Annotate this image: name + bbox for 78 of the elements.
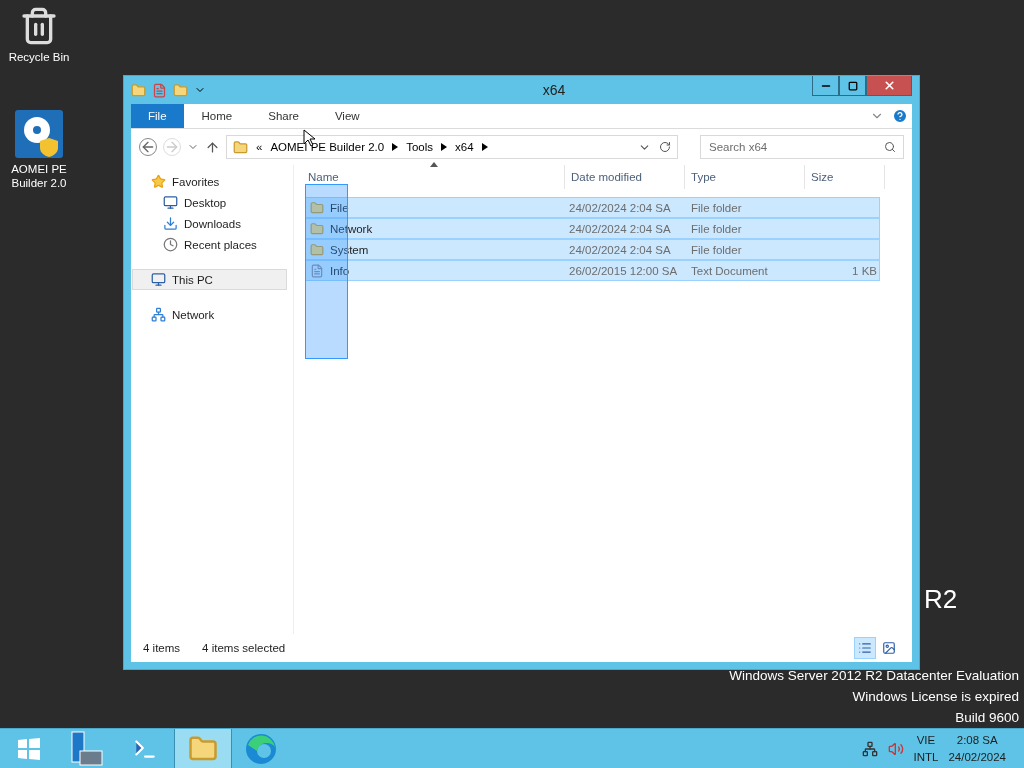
browser-icon [245, 732, 277, 765]
nav-item[interactable]: Favorites [132, 171, 287, 192]
folder-icon [233, 139, 248, 155]
computer-icon [151, 272, 166, 287]
minimize-button[interactable] [812, 76, 839, 96]
type-cell-text: File folder [690, 222, 743, 235]
ribbon-tab[interactable]: View [320, 104, 374, 128]
sort-ascending-icon [430, 162, 438, 167]
monitor-icon [163, 195, 178, 210]
list-icon [858, 641, 872, 655]
column-header[interactable]: Size [805, 165, 885, 189]
overflow-chevron[interactable]: « [256, 141, 263, 153]
date-cell-text: 24/02/2024 2:04 SA [568, 243, 672, 256]
speaker-muted-icon[interactable] [887, 740, 904, 757]
desktop-icon-label: AOMEI PE Builder 2.0 [10, 162, 68, 190]
breadcrumb-arrow-icon[interactable] [481, 143, 488, 151]
help-icon[interactable] [892, 108, 908, 124]
breadcrumb-arrow-icon[interactable] [441, 143, 448, 151]
watermark-line: Windows Server 2012 R2 Datacenter Evaluation [729, 667, 1019, 685]
folder-icon [310, 200, 324, 215]
column-header[interactable]: Date modified [565, 165, 685, 189]
server-manager-icon [70, 730, 104, 767]
file-name: File [330, 201, 349, 214]
details-view-button[interactable] [854, 637, 876, 659]
maximize-button[interactable] [839, 76, 866, 96]
item-count: 4 items [143, 642, 181, 654]
edition-text: R2 [924, 584, 958, 615]
folder-icon [310, 242, 324, 257]
nav-item[interactable]: Network [132, 304, 287, 325]
type-cell-text: File folder [690, 243, 743, 256]
file-row[interactable]: File 24/02/2024 2:04 SA File folder [305, 197, 880, 218]
star-icon [151, 174, 166, 189]
nav-item[interactable]: Desktop [132, 192, 287, 213]
window-title: x64 [541, 82, 567, 98]
search-icon [884, 141, 896, 153]
clock-time[interactable]: 2:08 SA [956, 731, 998, 749]
maximize-icon [847, 80, 858, 91]
date-cell-text: 24/02/2024 2:04 SA [568, 201, 672, 214]
windows-logo-icon [17, 736, 41, 761]
address-bar[interactable]: « AOMEI PE Builder 2.0 Tools x64 [226, 135, 678, 159]
download-icon [163, 216, 178, 231]
watermark-line: Windows License is expired [852, 688, 1019, 706]
clock-icon [163, 237, 178, 252]
text-file-icon [310, 263, 324, 278]
nav-item[interactable]: Downloads [132, 213, 287, 234]
nav-item[interactable]: Recent places [132, 234, 287, 255]
type-cell-text: File folder [690, 201, 743, 214]
breadcrumb[interactable]: x64 [455, 141, 474, 153]
type-cell-text: Text Document [690, 264, 769, 277]
image-icon [882, 641, 896, 655]
file-menu-button[interactable]: File [131, 104, 184, 128]
date-cell-text: 26/02/2015 12:00 SA [568, 264, 679, 277]
up-button[interactable] [205, 139, 220, 155]
breadcrumb[interactable]: AOMEI PE Builder 2.0 [270, 141, 385, 153]
size-cell-text: 1 KB [851, 264, 878, 277]
folder-icon [131, 82, 146, 98]
properties-icon[interactable] [152, 82, 167, 98]
taskbar-button[interactable] [174, 729, 232, 768]
language-indicator[interactable]: VIE [916, 731, 936, 749]
column-header[interactable]: Type [685, 165, 805, 189]
network-icon[interactable] [861, 740, 878, 757]
ribbon-tab[interactable]: Home [187, 104, 247, 128]
breadcrumb-arrow-icon[interactable] [392, 143, 399, 151]
refresh-icon[interactable] [659, 141, 671, 153]
date-cell-text: 24/02/2024 2:04 SA [568, 222, 672, 235]
folder-icon [310, 221, 324, 236]
language-indicator[interactable]: INTL [913, 748, 939, 766]
ribbon-tab[interactable]: Share [254, 104, 313, 128]
disc-shield-icon[interactable] [15, 110, 63, 158]
selection-count: 4 items selected [202, 642, 286, 654]
close-icon [882, 79, 896, 92]
watermark-line: Build 9600 [955, 709, 1019, 727]
search-field[interactable]: Search x64 [700, 135, 904, 159]
clock-date[interactable]: 24/02/2024 [948, 748, 1006, 766]
breadcrumb[interactable]: Tools [406, 141, 434, 153]
nav-item[interactable]: This PC [132, 269, 287, 290]
network-icon [151, 307, 166, 322]
desktop-icon-label: Recycle Bin [8, 50, 70, 64]
